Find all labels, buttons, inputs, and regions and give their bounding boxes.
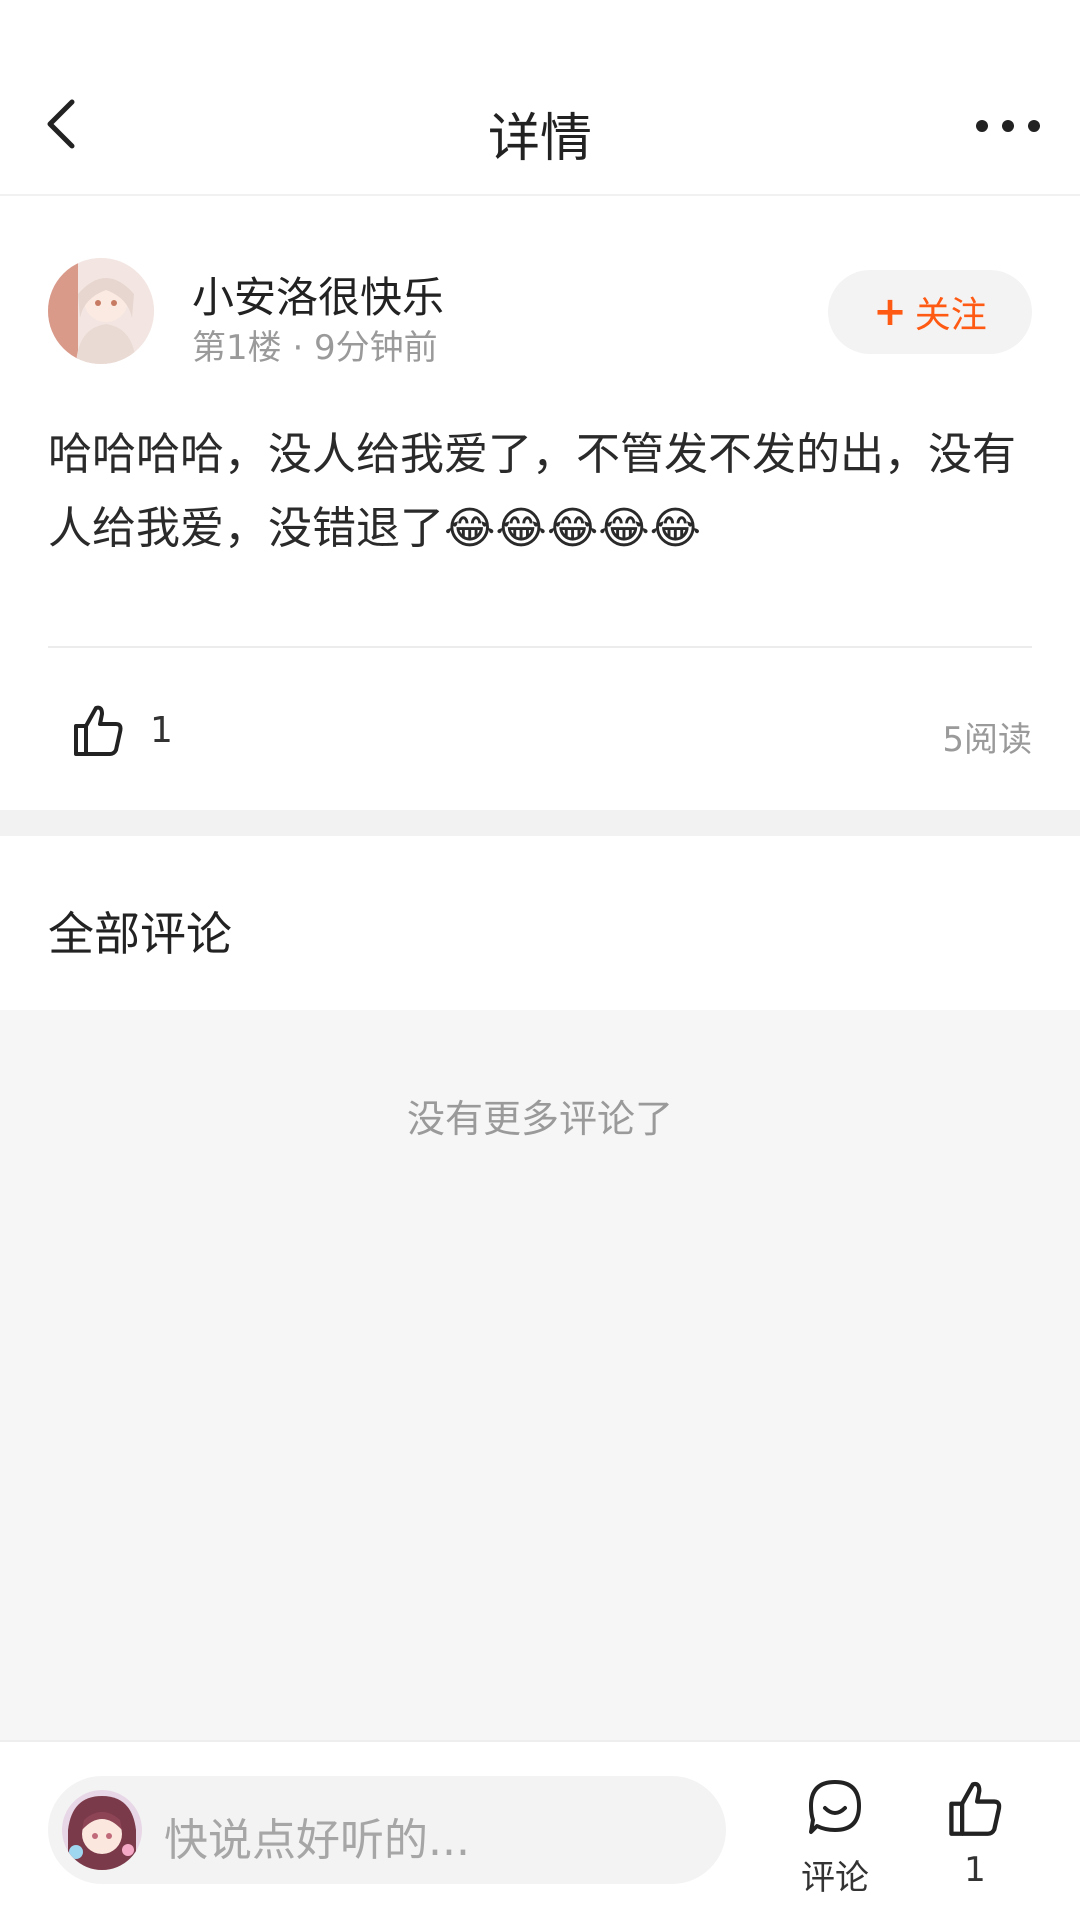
plus-icon: + [873,289,907,335]
thumbs-up-icon [949,1781,1002,1836]
like-tab-count: 1 [964,1850,986,1890]
more-horizontal-icon [976,120,1040,132]
follow-button[interactable]: + 关注 [828,270,1032,354]
read-count: 5阅读 [942,720,1032,760]
avatar-image-icon [62,1790,142,1870]
comment-bubble-icon [809,1780,861,1834]
like-count: 1 [150,710,173,751]
more-options-button[interactable] [972,108,1044,144]
comments-section-title: 全部评论 [48,907,232,961]
thumbs-up-icon[interactable] [70,702,126,758]
post-detail-page: 详情 小安洛很快乐 第1楼 · 9分钟前 + 关注 哈哈哈哈，没人给我爱了，不管… [0,0,1080,1920]
divider [48,646,1032,648]
top-nav-bar: 详情 [0,0,1080,196]
no-more-comments-text: 没有更多评论了 [406,1097,673,1141]
author-avatar[interactable] [48,258,154,364]
section-separator [0,810,1080,836]
post-meta: 第1楼 · 9分钟前 [192,328,438,368]
like-button[interactable]: 1 [930,1778,1020,1890]
post-content: 哈哈哈哈，没人给我爱了，不管发不发的出，没有人给我爱，没错退了😂😂😂😂😂 [48,429,1016,554]
comment-button[interactable]: 评论 [790,1778,880,1898]
current-user-avatar [62,1790,142,1870]
page-title: 详情 [487,109,592,169]
comment-tab-label: 评论 [801,1858,869,1898]
author-name[interactable]: 小安洛很快乐 [192,264,444,325]
avatar-image-icon [48,258,154,364]
follow-label: 关注 [914,295,987,336]
input-placeholder: 快说点好听的... [164,1815,470,1866]
